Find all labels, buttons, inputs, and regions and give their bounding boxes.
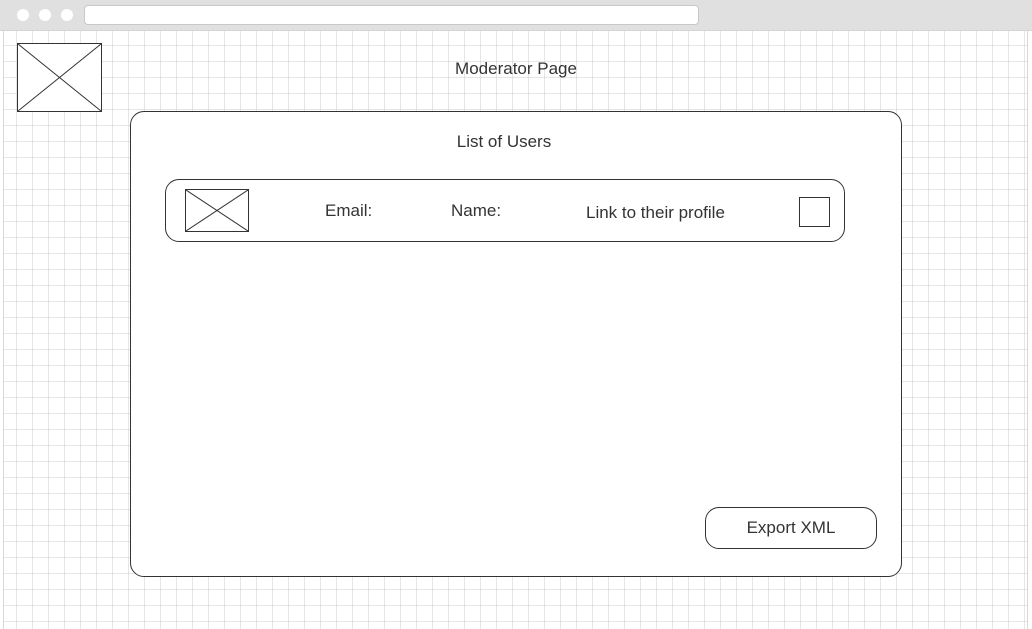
window-maximize-dot[interactable] bbox=[61, 9, 73, 21]
user-avatar-placeholder-icon bbox=[185, 189, 249, 232]
export-xml-button[interactable]: Export XML bbox=[705, 507, 877, 549]
window-minimize-dot[interactable] bbox=[39, 9, 51, 21]
window-close-dot[interactable] bbox=[17, 9, 29, 21]
browser-toolbar bbox=[0, 0, 1032, 31]
logo-image-placeholder-icon bbox=[17, 43, 102, 112]
user-email-label: Email: bbox=[325, 201, 373, 220]
user-name-label: Name: bbox=[451, 201, 502, 220]
users-panel-title: List of Users bbox=[456, 132, 552, 151]
address-bar[interactable] bbox=[84, 5, 699, 25]
page-title: Moderator Page bbox=[455, 59, 577, 78]
user-select-checkbox[interactable] bbox=[799, 197, 830, 227]
user-list-item[interactable] bbox=[165, 179, 845, 242]
user-profile-link[interactable]: Link to their profile bbox=[586, 203, 725, 223]
